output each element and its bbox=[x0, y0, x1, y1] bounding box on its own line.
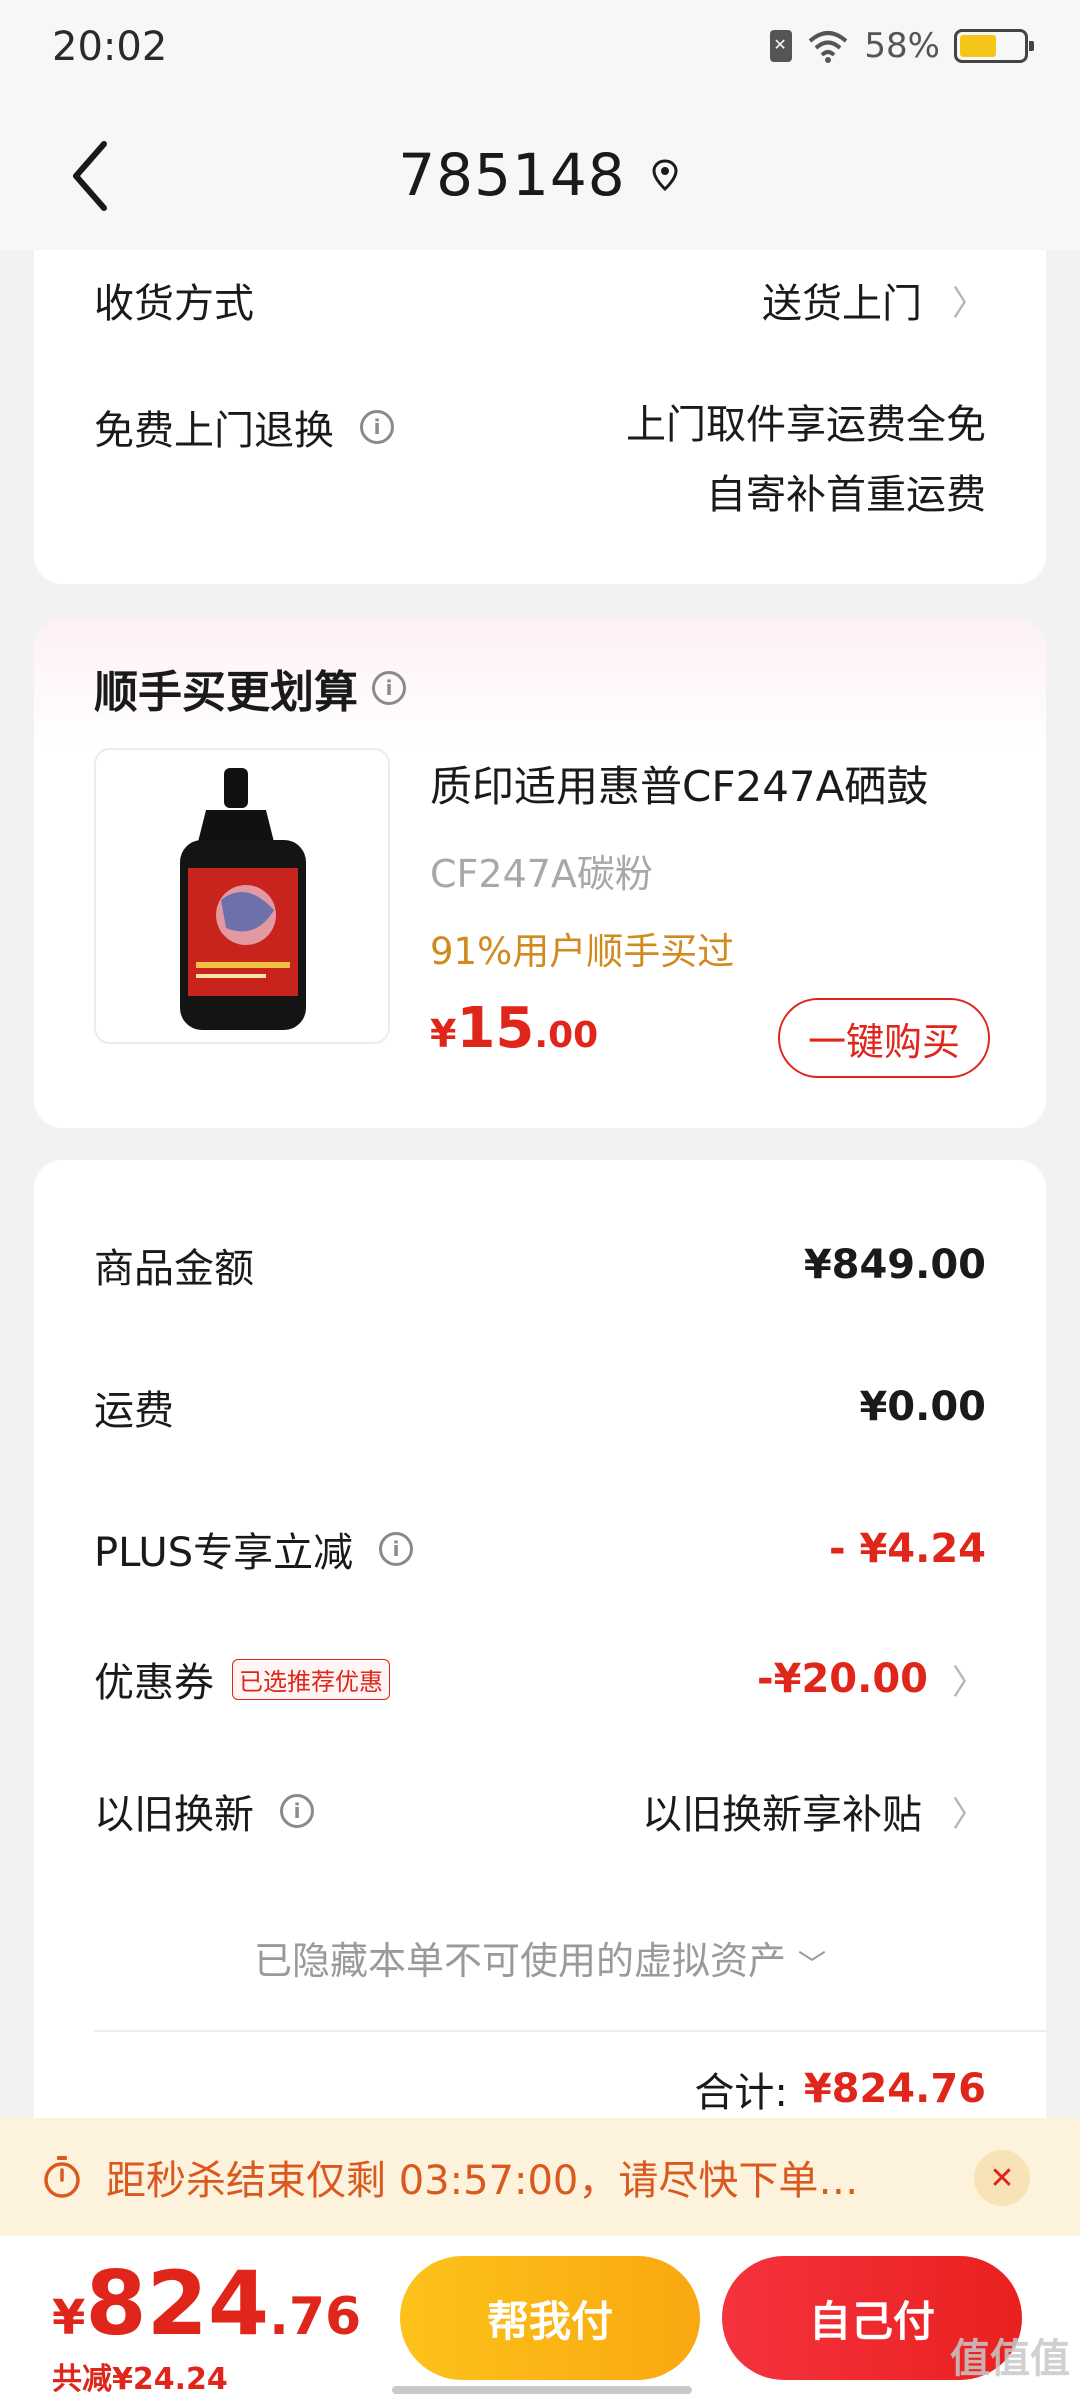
delivery-method-value: 送货上门 bbox=[762, 281, 922, 327]
battery-percent: 58% bbox=[864, 26, 940, 66]
toner-bottle-image bbox=[180, 768, 306, 1030]
location-pin-icon[interactable] bbox=[648, 158, 682, 192]
close-icon[interactable]: ✕ bbox=[974, 2150, 1030, 2206]
status-bar: 20:02 58% bbox=[0, 0, 1080, 100]
total-value: ¥824.76 bbox=[803, 2066, 986, 2112]
delivery-method-label: 收货方式 bbox=[94, 281, 254, 327]
total-row: 合计: ¥824.76 bbox=[694, 2060, 986, 2118]
chevron-right-icon: 〉 bbox=[952, 283, 986, 324]
help-me-pay-button[interactable]: 帮我付 bbox=[400, 2256, 700, 2380]
checkout-bottom-bar: ¥824.76 共减¥24.24 帮我付 自己付 值值值 bbox=[0, 2236, 1080, 2400]
watermark-logo: 值值值 bbox=[950, 2336, 1070, 2382]
hidden-assets-note: 已隐藏本单不可使用的虚拟资产 bbox=[253, 1939, 786, 1983]
delivery-method-row[interactable]: 收货方式 送货上门 〉 bbox=[94, 272, 986, 328]
wifi-icon bbox=[809, 31, 848, 63]
coupon-tag: 已选推荐优惠 bbox=[232, 1658, 390, 1700]
chevron-down-icon: ﹀ bbox=[798, 1948, 827, 1981]
upsell-product-spec: CF247A碳粉 bbox=[430, 852, 653, 896]
checkout-total-price: ¥824.76 bbox=[52, 2252, 362, 2355]
back-arrow-icon[interactable] bbox=[62, 138, 122, 214]
countdown-text: 距秒杀结束仅剩 03:57:00，请尽快下单… bbox=[106, 2158, 859, 2204]
info-icon[interactable]: i bbox=[379, 1532, 414, 1566]
shipping-row: 运费 ¥0.00 bbox=[94, 1378, 986, 1436]
upsell-product-name[interactable]: 质印适用惠普CF247A硒鼓 bbox=[430, 753, 928, 814]
upsell-price: ¥15.00 bbox=[430, 996, 599, 1061]
flash-sale-countdown-bar: 距秒杀结束仅剩 03:57:00，请尽快下单… ✕ bbox=[0, 2118, 1080, 2236]
shipping-label: 运费 bbox=[94, 1388, 174, 1434]
total-saved-text: 共减¥24.24 bbox=[52, 2362, 228, 2397]
free-return-label: 免费上门退换 bbox=[94, 408, 334, 454]
upsell-card: 顺手买更划算 i 质印适用惠普CF247A硒鼓 CF247A碳粉 91%用户顺手… bbox=[34, 618, 1046, 1128]
trade-in-value: 以旧换新享补贴 bbox=[642, 1792, 922, 1838]
free-return-row: 免费上门退换 i 上门取件享运费全免 自寄补首重运费 bbox=[94, 390, 986, 530]
trade-in-label: 以旧换新 bbox=[94, 1792, 254, 1838]
product-image[interactable] bbox=[94, 748, 390, 1044]
upsell-stat: 91%用户顺手买过 bbox=[430, 930, 735, 973]
chevron-right-icon: 〉 bbox=[952, 1794, 986, 1835]
shipping-value: ¥0.00 bbox=[859, 1384, 986, 1430]
info-icon[interactable]: i bbox=[280, 1794, 314, 1828]
goods-amount-label: 商品金额 bbox=[94, 1246, 254, 1292]
free-return-line2: 自寄补首重运费 bbox=[706, 472, 986, 518]
free-return-line1: 上门取件享运费全免 bbox=[626, 402, 986, 448]
nav-bar: 785148 bbox=[0, 100, 1080, 250]
goods-amount-value: ¥849.00 bbox=[803, 1242, 986, 1288]
info-icon[interactable]: i bbox=[360, 410, 394, 444]
delivery-card: 收货方式 送货上门 〉 免费上门退换 i 上门取件享运费全免 自寄补首重运费 bbox=[34, 250, 1046, 584]
hidden-assets-toggle[interactable]: 已隐藏本单不可使用的虚拟资产 ﹀ bbox=[34, 1930, 1046, 1985]
no-sim-icon bbox=[770, 30, 793, 62]
upsell-title: 顺手买更划算 bbox=[94, 667, 358, 718]
trade-in-row[interactable]: 以旧换新 i 以旧换新享补贴 〉 bbox=[94, 1782, 986, 1840]
home-indicator[interactable] bbox=[392, 2386, 692, 2394]
chevron-right-icon: 〉 bbox=[952, 1662, 986, 1703]
status-time: 20:02 bbox=[52, 24, 168, 70]
coupon-row[interactable]: 优惠券 已选推荐优惠 -¥20.00 〉 bbox=[94, 1650, 986, 1708]
info-icon[interactable]: i bbox=[372, 671, 406, 705]
one-click-buy-button[interactable]: 一键购买 bbox=[778, 998, 990, 1078]
plus-discount-value: - ¥4.24 bbox=[828, 1526, 986, 1572]
coupon-value: -¥20.00 bbox=[757, 1656, 928, 1702]
status-icons: 58% bbox=[770, 26, 1034, 66]
battery-level bbox=[960, 35, 996, 57]
stopwatch-icon bbox=[44, 2156, 80, 2198]
plus-discount-label: PLUS专享立减 bbox=[94, 1530, 354, 1576]
goods-amount-row: 商品金额 ¥849.00 bbox=[94, 1236, 986, 1294]
battery-icon bbox=[954, 29, 1034, 63]
divider bbox=[94, 2030, 1046, 2032]
page-title: 785148 bbox=[398, 141, 626, 209]
coupon-label: 优惠券 bbox=[94, 1660, 214, 1706]
price-summary-card: 商品金额 ¥849.00 运费 ¥0.00 PLUS专享立减 i - ¥4.24… bbox=[34, 1160, 1046, 2120]
plus-discount-row: PLUS专享立减 i - ¥4.24 bbox=[94, 1520, 986, 1578]
total-label: 合计: bbox=[694, 2070, 788, 2116]
